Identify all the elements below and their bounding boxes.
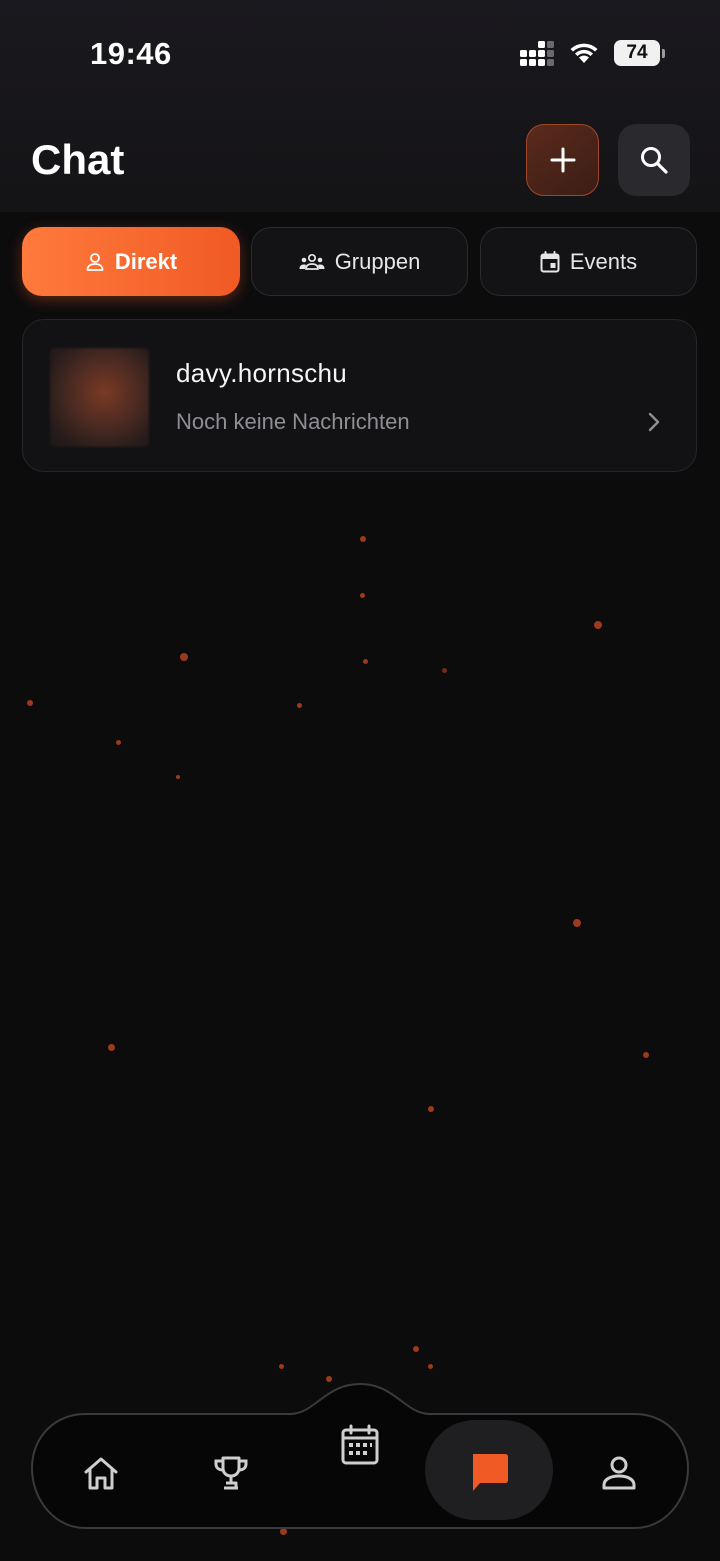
chat-name: davy.hornschu bbox=[176, 358, 348, 388]
tab-direkt[interactable]: Direkt bbox=[22, 227, 240, 296]
bottom-nav bbox=[30, 1382, 690, 1530]
trophy-icon bbox=[214, 1456, 248, 1490]
status-icons: 74 bbox=[520, 38, 665, 68]
tab-events[interactable]: Events bbox=[480, 227, 697, 296]
calendar-event-icon bbox=[540, 250, 560, 272]
tab-label: Gruppen bbox=[334, 248, 421, 274]
wifi-icon bbox=[570, 43, 598, 63]
search-icon bbox=[641, 147, 668, 174]
search-button[interactable] bbox=[618, 124, 690, 196]
chat-preview: Noch keine Nachrichten bbox=[176, 409, 410, 434]
chat-bubble-icon bbox=[473, 1454, 508, 1491]
battery-icon: 74 bbox=[614, 40, 665, 66]
nav-calendar[interactable] bbox=[335, 1420, 385, 1470]
chevron-right-icon bbox=[648, 412, 660, 432]
nav-home[interactable] bbox=[76, 1448, 126, 1498]
new-chat-button[interactable] bbox=[526, 124, 599, 196]
battery-level: 74 bbox=[626, 42, 648, 63]
cellular-signal-icon bbox=[520, 40, 554, 66]
chat-list-item[interactable]: davy.hornschu Noch keine Nachrichten bbox=[22, 319, 697, 472]
tab-label: Direkt bbox=[114, 248, 178, 274]
tab-label: Events bbox=[569, 248, 638, 274]
page-title: Chat bbox=[31, 136, 125, 183]
tab-gruppen[interactable]: Gruppen bbox=[251, 227, 468, 296]
home-icon bbox=[84, 1457, 118, 1490]
nav-profile[interactable] bbox=[594, 1448, 644, 1498]
status-time: 19:46 bbox=[90, 36, 172, 71]
avatar bbox=[50, 348, 149, 447]
person-icon bbox=[602, 1456, 636, 1490]
calendar-icon bbox=[341, 1424, 379, 1465]
nav-trophy[interactable] bbox=[206, 1448, 256, 1498]
nav-chat[interactable] bbox=[464, 1444, 514, 1500]
person-icon bbox=[86, 252, 104, 271]
group-icon bbox=[299, 253, 325, 270]
header: 19:46 74 Chat bbox=[0, 0, 720, 212]
chat-screen: 19:46 74 Chat Direkt Gruppen Events davy… bbox=[0, 0, 720, 1561]
plus-icon bbox=[550, 147, 575, 173]
